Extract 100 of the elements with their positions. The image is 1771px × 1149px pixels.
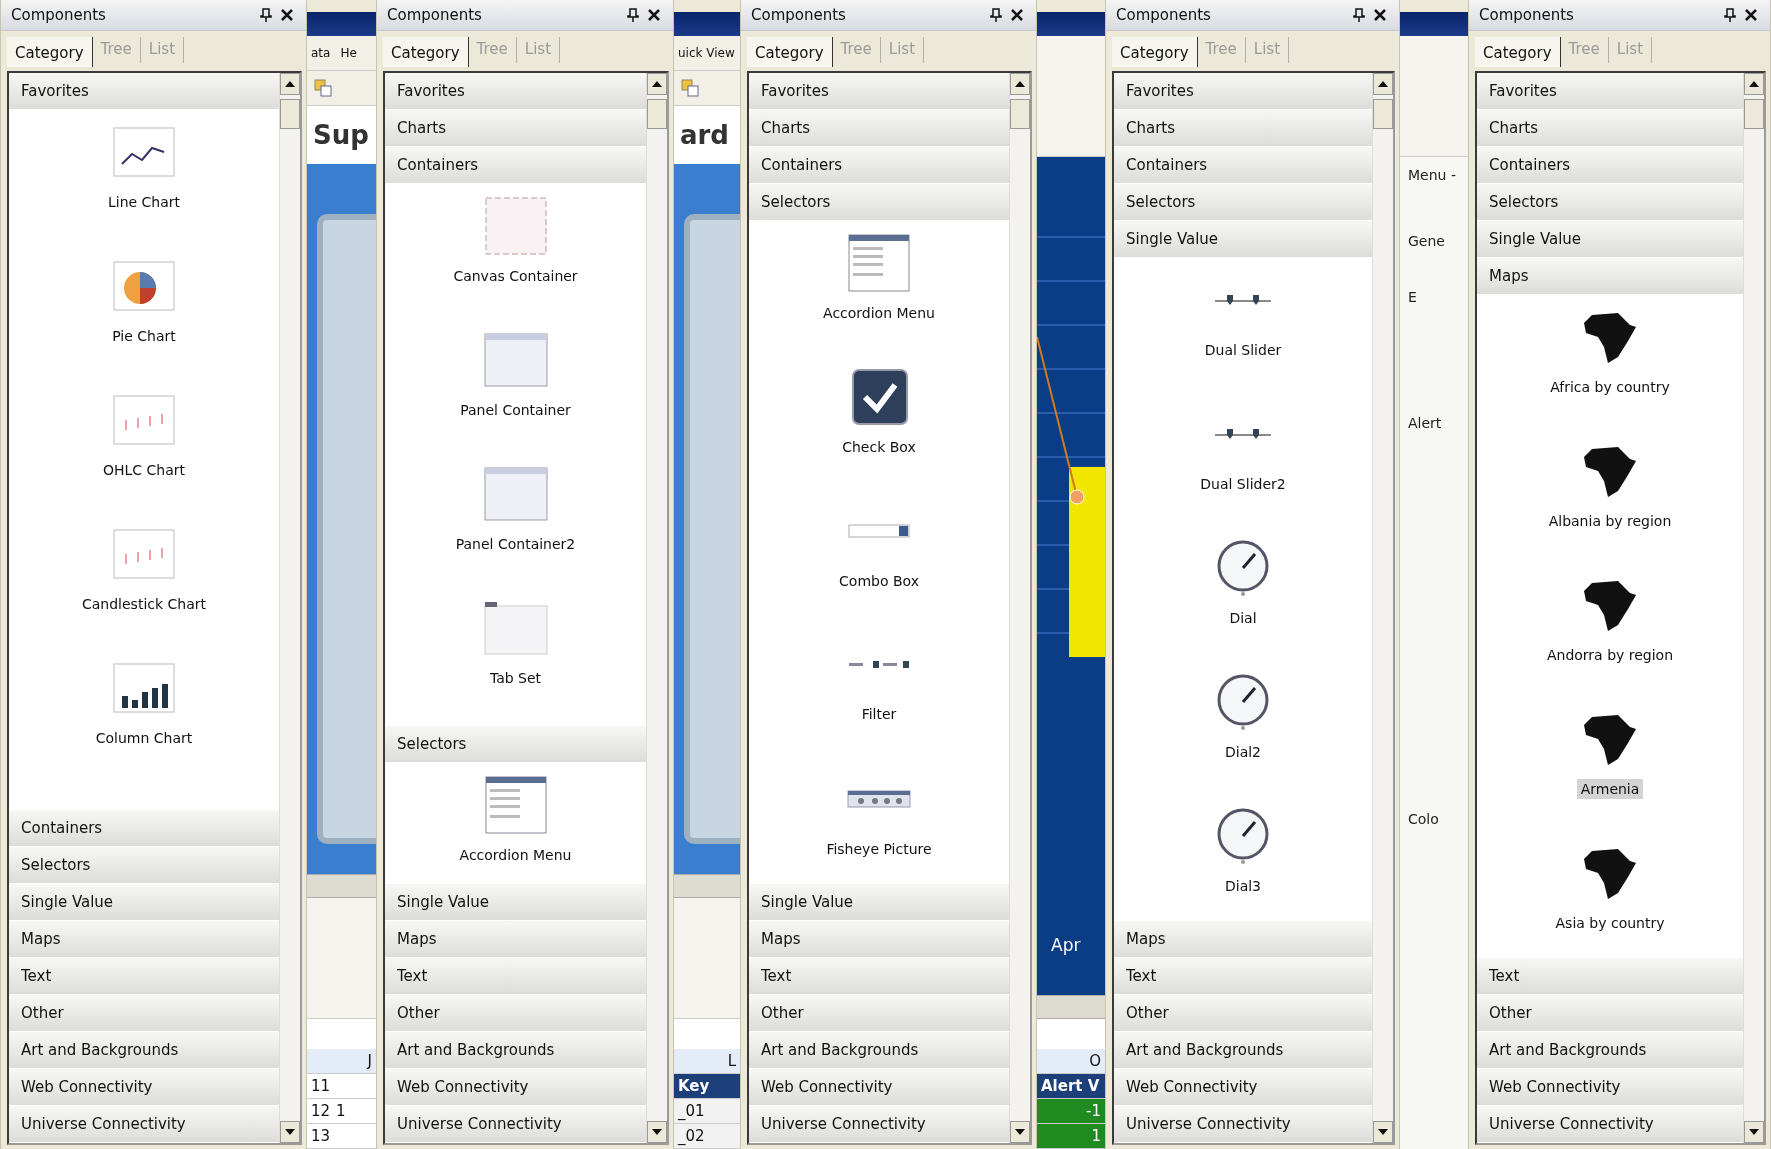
category-header[interactable]: Selectors xyxy=(1114,184,1372,221)
component-label[interactable]: Fisheye Picture xyxy=(822,839,936,859)
component-label[interactable]: Asia by country xyxy=(1551,913,1669,933)
scroll-down-button[interactable] xyxy=(1010,1121,1030,1143)
category-header[interactable]: Favorites xyxy=(1114,73,1372,110)
scroll-down-button[interactable] xyxy=(1744,1121,1764,1143)
category-header[interactable]: Charts xyxy=(1114,110,1372,147)
scroll-thumb[interactable] xyxy=(280,99,300,129)
scroll-down-button[interactable] xyxy=(1373,1121,1393,1143)
category-header[interactable]: Other xyxy=(1114,995,1372,1032)
category-header[interactable]: Other xyxy=(385,995,646,1032)
component-label[interactable]: Accordion Menu xyxy=(455,845,576,865)
component-label[interactable]: Pie Chart xyxy=(108,326,180,346)
component-label[interactable]: Andorra by region xyxy=(1542,645,1678,665)
component-label[interactable]: Check Box xyxy=(838,437,920,457)
category-header[interactable]: Selectors xyxy=(9,847,279,884)
horizontal-scrollbar[interactable] xyxy=(307,874,376,898)
category-header[interactable]: Charts xyxy=(749,110,1009,147)
category-header[interactable]: Maps xyxy=(749,921,1009,958)
category-header[interactable]: Web Connectivity xyxy=(1114,1069,1372,1106)
menu-item[interactable]: ata xyxy=(311,46,331,60)
component-label[interactable]: Combo Box xyxy=(835,571,923,591)
category-header[interactable]: Containers xyxy=(9,810,279,847)
category-header[interactable]: Text xyxy=(9,958,279,995)
panel-tab[interactable]: Category xyxy=(383,37,469,67)
toolbar-icon[interactable] xyxy=(680,78,700,98)
category-header[interactable]: Single Value xyxy=(749,884,1009,921)
vertical-scrollbar[interactable] xyxy=(1743,73,1764,1143)
category-header[interactable]: Single Value xyxy=(1114,221,1372,258)
category-header[interactable]: Favorites xyxy=(1477,73,1743,110)
category-header[interactable]: Favorites xyxy=(9,73,279,110)
category-header[interactable]: Other xyxy=(1477,995,1743,1032)
scroll-up-button[interactable] xyxy=(647,73,667,95)
vertical-scrollbar[interactable] xyxy=(1372,73,1393,1143)
category-header[interactable]: Text xyxy=(385,958,646,995)
toolbar-icon[interactable] xyxy=(313,78,333,98)
category-header[interactable]: Universe Connectivity xyxy=(9,1106,279,1143)
category-header[interactable]: Selectors xyxy=(385,726,646,763)
category-header[interactable]: Maps xyxy=(1114,921,1372,958)
category-header[interactable]: Universe Connectivity xyxy=(385,1106,646,1143)
panel-tab[interactable]: Category xyxy=(1112,37,1198,67)
category-header[interactable]: Art and Backgrounds xyxy=(749,1032,1009,1069)
category-header[interactable]: Containers xyxy=(749,147,1009,184)
horizontal-scrollbar[interactable] xyxy=(1037,995,1105,1019)
scroll-thumb[interactable] xyxy=(1010,99,1030,129)
panel-tab[interactable]: Category xyxy=(7,37,93,67)
category-header[interactable]: Single Value xyxy=(385,884,646,921)
component-label[interactable]: Dial2 xyxy=(1220,742,1265,762)
category-header[interactable]: Containers xyxy=(1114,147,1372,184)
panel-tab[interactable]: Category xyxy=(1475,37,1561,67)
menu-item[interactable]: uick View xyxy=(678,46,735,60)
component-label[interactable]: Dual Slider xyxy=(1200,340,1286,360)
category-header[interactable]: Charts xyxy=(385,110,646,147)
scroll-thumb[interactable] xyxy=(1744,99,1764,129)
panel-tab[interactable]: Category xyxy=(747,37,833,67)
category-header[interactable]: Containers xyxy=(1477,147,1743,184)
category-header[interactable]: Art and Backgrounds xyxy=(1477,1032,1743,1069)
category-header[interactable]: Universe Connectivity xyxy=(1477,1106,1743,1143)
scroll-up-button[interactable] xyxy=(1010,73,1030,95)
category-header[interactable]: Web Connectivity xyxy=(749,1069,1009,1106)
scroll-down-button[interactable] xyxy=(647,1121,667,1143)
scroll-thumb[interactable] xyxy=(1373,99,1393,129)
component-label[interactable]: Line Chart xyxy=(103,192,185,212)
component-label[interactable]: Albania by region xyxy=(1544,511,1676,531)
component-label[interactable]: Panel Container2 xyxy=(451,534,580,554)
category-header[interactable]: Web Connectivity xyxy=(1477,1069,1743,1106)
category-header[interactable]: Web Connectivity xyxy=(385,1069,646,1106)
component-label[interactable]: Column Chart xyxy=(91,728,197,748)
category-header[interactable]: Charts xyxy=(1477,110,1743,147)
menu-item[interactable]: He xyxy=(340,46,357,60)
component-label[interactable]: Candlestick Chart xyxy=(78,594,210,614)
component-label[interactable]: Africa by country xyxy=(1546,377,1674,397)
category-header[interactable]: Selectors xyxy=(1477,184,1743,221)
component-label[interactable]: Dual Slider2 xyxy=(1196,474,1290,494)
component-label[interactable]: Canvas Container xyxy=(449,266,582,286)
vertical-scrollbar[interactable] xyxy=(1009,73,1030,1143)
category-header[interactable]: Universe Connectivity xyxy=(1114,1106,1372,1143)
category-header[interactable]: Maps xyxy=(1477,258,1743,295)
category-header[interactable]: Selectors xyxy=(749,184,1009,221)
category-header[interactable]: Text xyxy=(1114,958,1372,995)
category-header[interactable]: Other xyxy=(749,995,1009,1032)
category-header[interactable]: Web Connectivity xyxy=(9,1069,279,1106)
scroll-up-button[interactable] xyxy=(1373,73,1393,95)
category-header[interactable]: Single Value xyxy=(1477,221,1743,258)
category-header[interactable]: Art and Backgrounds xyxy=(1114,1032,1372,1069)
component-label[interactable]: Filter xyxy=(857,704,901,724)
component-label[interactable]: OHLC Chart xyxy=(98,460,189,480)
component-label[interactable]: Dial3 xyxy=(1220,876,1265,896)
horizontal-scrollbar[interactable] xyxy=(674,874,740,898)
component-label[interactable]: Tab Set xyxy=(485,668,546,688)
category-header[interactable]: Single Value xyxy=(9,884,279,921)
category-header[interactable]: Maps xyxy=(9,921,279,958)
vertical-scrollbar[interactable] xyxy=(279,73,300,1143)
category-header[interactable]: Text xyxy=(1477,958,1743,995)
category-header[interactable]: Containers xyxy=(385,147,646,184)
category-header[interactable]: Text xyxy=(749,958,1009,995)
category-header[interactable]: Favorites xyxy=(749,73,1009,110)
component-label[interactable]: Panel Container xyxy=(456,400,575,420)
category-header[interactable]: Art and Backgrounds xyxy=(9,1032,279,1069)
category-header[interactable]: Maps xyxy=(385,921,646,958)
